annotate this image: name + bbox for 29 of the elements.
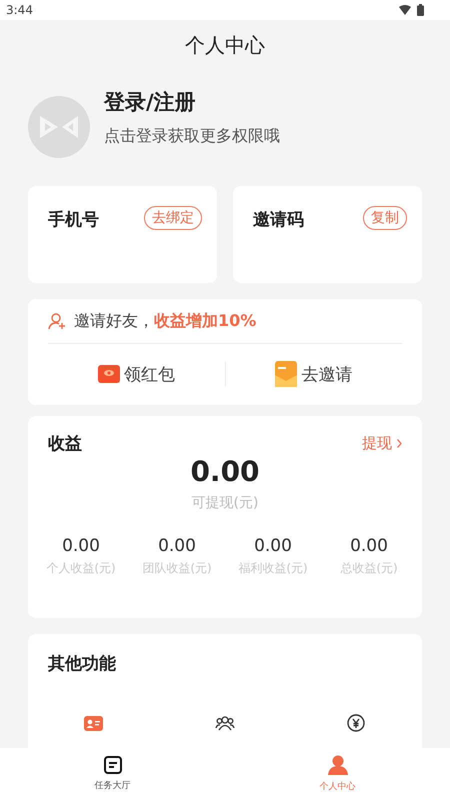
card-label: 邀请码 (253, 209, 304, 231)
stat-value: 0.00 (62, 536, 100, 556)
login-link[interactable]: 登录/注册 (104, 88, 280, 116)
money-packet-icon (98, 365, 120, 383)
battery-icon (417, 4, 424, 16)
stat-value: 0.00 (158, 536, 196, 556)
stat-value: 0.00 (350, 536, 388, 556)
section-title: 其他功能 (48, 653, 116, 675)
invite-text: 邀请好友，收益增加10% (74, 310, 256, 332)
balance-amount: 0.00 (190, 455, 260, 488)
person-icon (328, 755, 348, 775)
card-label: 手机号 (48, 209, 99, 231)
add-person-icon (48, 312, 66, 330)
status-time: 3:44 (6, 3, 33, 17)
team-icon[interactable] (214, 715, 235, 731)
envelope-icon (275, 361, 298, 387)
id-card-icon[interactable] (84, 716, 104, 730)
invite-action[interactable]: 领红包 (124, 362, 175, 386)
tab[interactable]: 任务大厅 (0, 748, 225, 800)
chevron-icon (397, 439, 402, 448)
document-icon (104, 756, 122, 774)
wifi-icon (399, 5, 411, 15)
login-hint: 点击登录获取更多权限哦 (104, 126, 280, 147)
yuan-coin-icon[interactable] (347, 714, 366, 732)
invite-action[interactable]: 去邀请 (301, 362, 352, 386)
stat-value: 0.00 (254, 536, 292, 556)
balance-label: 可提现(元) (192, 494, 258, 512)
section-title: 收益 (48, 433, 82, 455)
page-title: 个人中心 (185, 32, 265, 58)
